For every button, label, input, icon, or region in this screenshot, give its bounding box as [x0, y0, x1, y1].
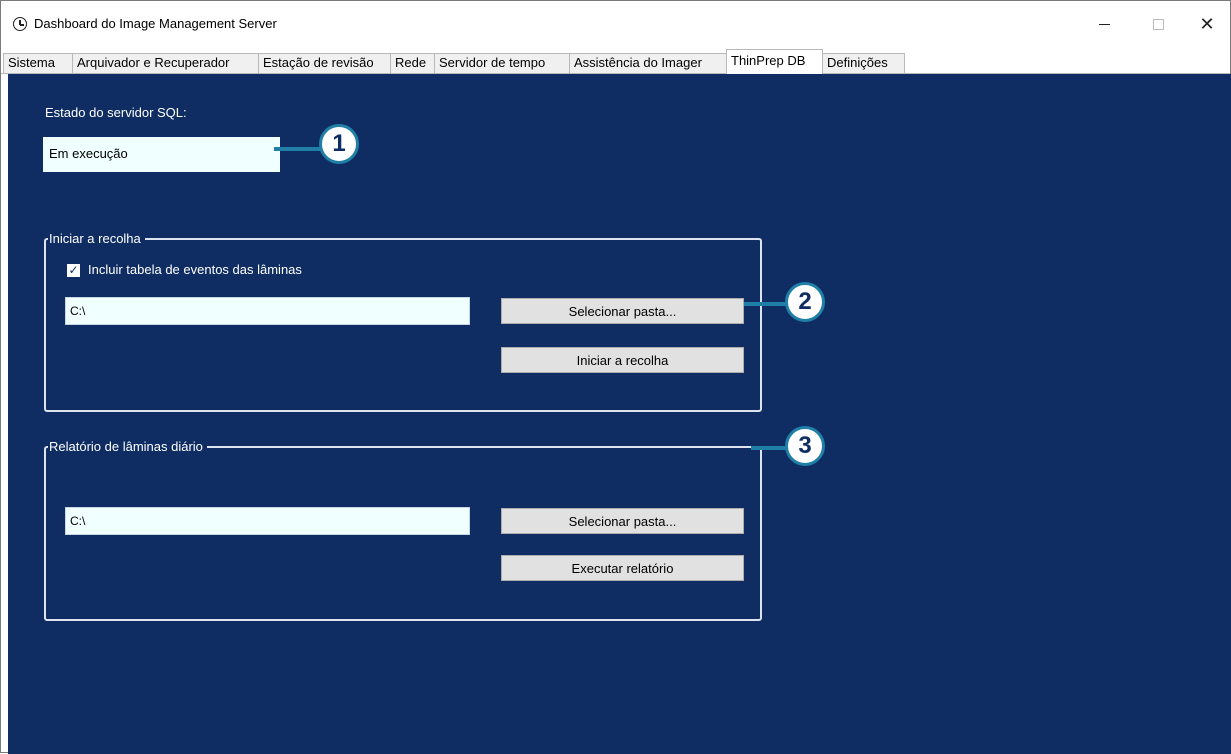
callout-3: 3 — [785, 426, 825, 466]
collection-select-folder-button[interactable]: Selecionar pasta... — [501, 298, 744, 324]
thinprep-db-panel: Estado do servidor SQL: Em execução Inic… — [8, 74, 1231, 754]
maximize-icon — [1152, 18, 1164, 30]
minimize-icon — [1098, 23, 1110, 25]
tab-estacao-revisao[interactable]: Estação de revisão — [258, 53, 391, 73]
tab-assistencia-imager[interactable]: Assistência do Imager — [569, 53, 727, 73]
collection-path-input[interactable]: C:\ — [65, 297, 470, 325]
tab-sistema[interactable]: Sistema — [3, 53, 73, 73]
callout-2: 2 — [785, 282, 825, 322]
minimize-button[interactable] — [1081, 9, 1127, 39]
tab-arquivador-recuperador[interactable]: Arquivador e Recuperador — [72, 53, 259, 73]
report-path-input[interactable]: C:\ — [65, 507, 470, 535]
daily-report-group: Relatório de lâminas diário C:\ Selecion… — [44, 438, 762, 621]
tab-definicoes[interactable]: Definições — [822, 53, 905, 73]
close-button[interactable]: ✕ — [1184, 9, 1230, 39]
include-slide-events-checkbox[interactable]: ✓ — [67, 264, 80, 277]
daily-report-group-title: Relatório de lâminas diário — [48, 438, 207, 456]
run-report-button[interactable]: Executar relatório — [501, 555, 744, 581]
callout-2-line — [744, 302, 788, 306]
include-slide-events-label: Incluir tabela de eventos das lâminas — [88, 262, 302, 277]
dashboard-icon — [13, 17, 27, 31]
window-title: Dashboard do Image Management Server — [34, 16, 277, 31]
tab-strip: Sistema Arquivador e Recuperador Estação… — [1, 49, 1230, 74]
close-icon: ✕ — [1199, 13, 1215, 34]
start-collection-button[interactable]: Iniciar a recolha — [501, 347, 744, 373]
tab-thinprep-db[interactable]: ThinPrep DB — [726, 49, 823, 74]
callout-1: 1 — [319, 124, 359, 164]
sql-status-value: Em execução — [43, 137, 280, 172]
report-select-folder-button[interactable]: Selecionar pasta... — [501, 508, 744, 534]
callout-3-line — [751, 446, 788, 450]
tab-rede[interactable]: Rede — [390, 53, 435, 73]
collection-group-title: Iniciar a recolha — [48, 230, 145, 248]
sql-status-label: Estado do servidor SQL: — [45, 105, 187, 120]
tab-servidor-tempo[interactable]: Servidor de tempo — [434, 53, 570, 73]
maximize-button[interactable] — [1135, 9, 1181, 39]
callout-1-line — [274, 147, 322, 151]
collection-group: Iniciar a recolha ✓ Incluir tabela de ev… — [44, 230, 762, 412]
app-window: Dashboard do Image Management Server ✕ S… — [0, 0, 1231, 754]
title-bar: Dashboard do Image Management Server ✕ — [1, 1, 1230, 47]
